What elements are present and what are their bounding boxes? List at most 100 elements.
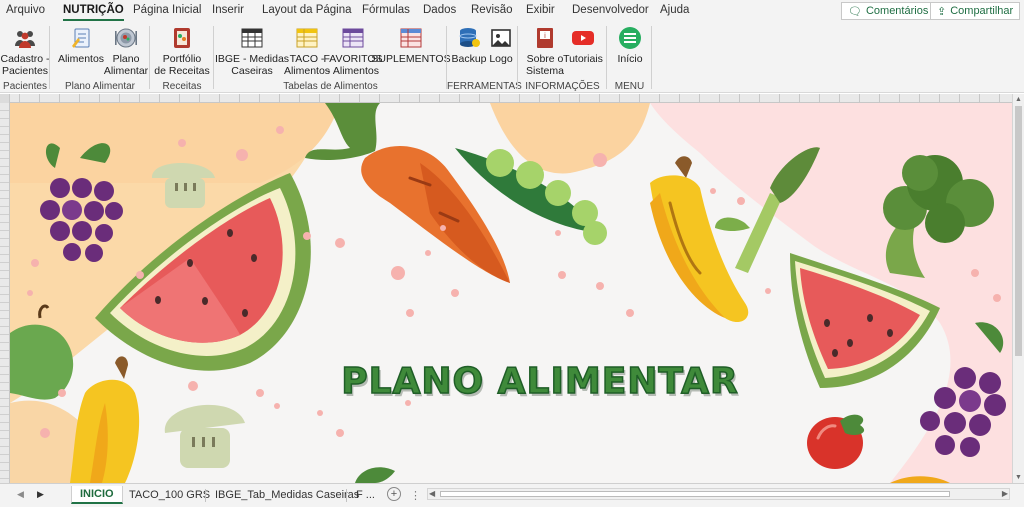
tab-nutricao[interactable]: NUTRIÇÃO [63,4,124,21]
vertical-scrollbar[interactable]: ▲ ▼ [1012,94,1024,483]
tab-desenvolvedor[interactable]: Desenvolvedor [572,4,649,16]
tutoriais-button[interactable]: Tutoriais [562,26,604,65]
alimentos-label: Alimentos [57,53,105,65]
suplementos-label: SUPLEMENTOS [371,53,451,65]
taco-label-1: TACO - [289,53,325,65]
info-book-icon: i [537,28,553,48]
recipe-book-icon [174,28,190,48]
cadastro-pacientes-button[interactable]: Cadastro - Pacientes [0,26,50,77]
horizontal-scroll-thumb[interactable] [440,491,950,497]
row-header [0,103,10,483]
inicio-label: Início [617,53,643,65]
tab-inserir[interactable]: Inserir [212,4,244,16]
group-label-ferramentas: FERRAMENTAS [447,81,522,92]
scroll-right-icon[interactable]: ▶ [1002,489,1008,498]
share-button[interactable]: ⇪ Compartilhar [930,2,1021,20]
food-illustration [10,103,1012,483]
add-sheet-icon[interactable]: + [387,487,401,501]
suplementos-button[interactable]: SUPLEMENTOS [371,26,451,65]
column-header [0,94,1012,103]
more-options-icon[interactable]: ⋮ [410,489,421,502]
meal-plate-icon [115,28,137,48]
sheet-tab-ibge[interactable]: IBGE_Tab_Medidas Caseiras [207,486,367,504]
red-table-icon [400,28,422,48]
tab-revisao[interactable]: Revisão [471,4,513,16]
comment-icon: 🗨 [848,5,862,18]
ribbon: Cadastro - Pacientes Pacientes Alimentos… [0,22,1024,93]
sobre-sistema-button[interactable]: i Sobre o Sistema [526,26,564,77]
group-tabelas-alimentos: IBGE - Medidas Caseiras TACO - Alimentos… [214,22,451,93]
logo-label: Logo [489,53,513,65]
banana-left [70,356,140,483]
group-informacoes: i Sobre o Sistema Tutoriais INFORMAÇÕES [518,22,607,93]
sheet-tab-more[interactable]: F ... [348,486,383,504]
database-icon [459,28,480,47]
prev-sheet-icon[interactable]: ◀ [17,489,24,500]
tab-ajuda[interactable]: Ajuda [660,4,689,16]
backup-button[interactable]: Backup [451,26,487,65]
comments-button[interactable]: 🗨 Comentários [841,2,936,20]
tab-pagina-inicial[interactable]: Página Inicial [133,4,201,16]
group-pacientes: Cadastro - Pacientes Pacientes [0,22,50,93]
food-list-icon [72,28,90,48]
group-label-menu: MENU [614,81,645,92]
patients-icon [15,31,35,48]
scroll-down-icon[interactable]: ▼ [1015,474,1022,481]
sheet-canvas: PLANO ALIMENTAR [10,103,1012,483]
share-label: Compartilhar [950,5,1014,17]
peach-blob-top [490,103,650,174]
group-plano-alimentar: Alimentos Plano Alimentar Plano Alimenta… [50,22,150,93]
group-receitas: Portfólio de Receitas Receitas [150,22,214,93]
comments-label: Comentários [865,5,929,17]
sheet-tab-bar: ◀ ▶ INICIO TACO_100 GRS IBGE_Tab_Medidas… [0,483,1024,507]
tomato [807,414,865,469]
favoritos-alimentos-button[interactable]: FAVORITOS - Alimentos [323,26,383,77]
youtube-icon [572,31,594,45]
alimentos-button[interactable]: Alimentos [58,26,104,65]
scroll-left-icon[interactable]: ◀ [429,489,435,498]
sheet-tab-taco[interactable]: TACO_100 GRS [121,486,218,504]
backup-label: Backup [451,53,487,65]
share-icon: ⇪ [937,5,947,18]
tab-arquivo[interactable]: Arquivo [6,4,45,16]
carrot [305,103,510,283]
sobre-label-2: Sistema [526,65,564,77]
portfolio-receitas-button[interactable]: Portfólio de Receitas [152,26,212,77]
plano-alimentar-button[interactable]: Plano Alimentar [104,26,148,77]
tab-formulas[interactable]: Fórmulas [362,4,410,16]
sheet-tab-inicio[interactable]: INICIO [71,486,123,504]
cadastro-label-1: Cadastro - [0,53,50,65]
svg-text:i: i [544,32,546,40]
ibge-label-1: IBGE - Medidas [214,53,290,65]
image-frame-icon [491,29,511,47]
select-all-corner[interactable] [0,94,10,103]
menu-icon [619,27,641,49]
ibge-medidas-button[interactable]: IBGE - Medidas Caseiras [214,26,290,77]
tab-dados[interactable]: Dados [423,4,456,16]
tab-exibir[interactable]: Exibir [526,4,555,16]
group-label-informacoes: INFORMAÇÕES [525,81,600,92]
next-sheet-icon[interactable]: ▶ [37,489,44,500]
portfolio-label-1: Portfólio [162,53,202,65]
horizontal-scrollbar[interactable]: ◀ ▶ [427,488,1010,500]
group-label-receitas: Receitas [162,81,202,92]
sobre-label-1: Sobre o [526,53,564,65]
mushroom-bottom [164,404,245,468]
plano-label-1: Plano [112,53,140,65]
logo-button[interactable]: Logo [487,26,515,65]
ibge-label-2: Caseiras [231,65,273,77]
page-title: PLANO ALIMENTAR [340,360,739,403]
yellow-table-icon [296,28,318,48]
tutoriais-label: Tutoriais [563,53,603,65]
portfolio-label-2: de Receitas [154,65,210,77]
table-grid-icon [241,28,263,48]
plano-label-2: Alimentar [103,65,149,77]
taco-alimentos-button[interactable]: TACO - Alimentos [284,26,330,77]
vertical-scroll-thumb[interactable] [1015,106,1022,356]
inicio-button[interactable]: Início [613,26,647,65]
group-menu: Início MENU [607,22,652,93]
tab-layout-pagina[interactable]: Layout da Página [262,4,352,16]
scroll-up-icon[interactable]: ▲ [1015,96,1022,103]
ribbon-tab-bar: Arquivo NUTRIÇÃO Página Inicial Inserir … [0,0,1024,22]
group-ferramentas: Backup Logo FERRAMENTAS [447,22,522,93]
